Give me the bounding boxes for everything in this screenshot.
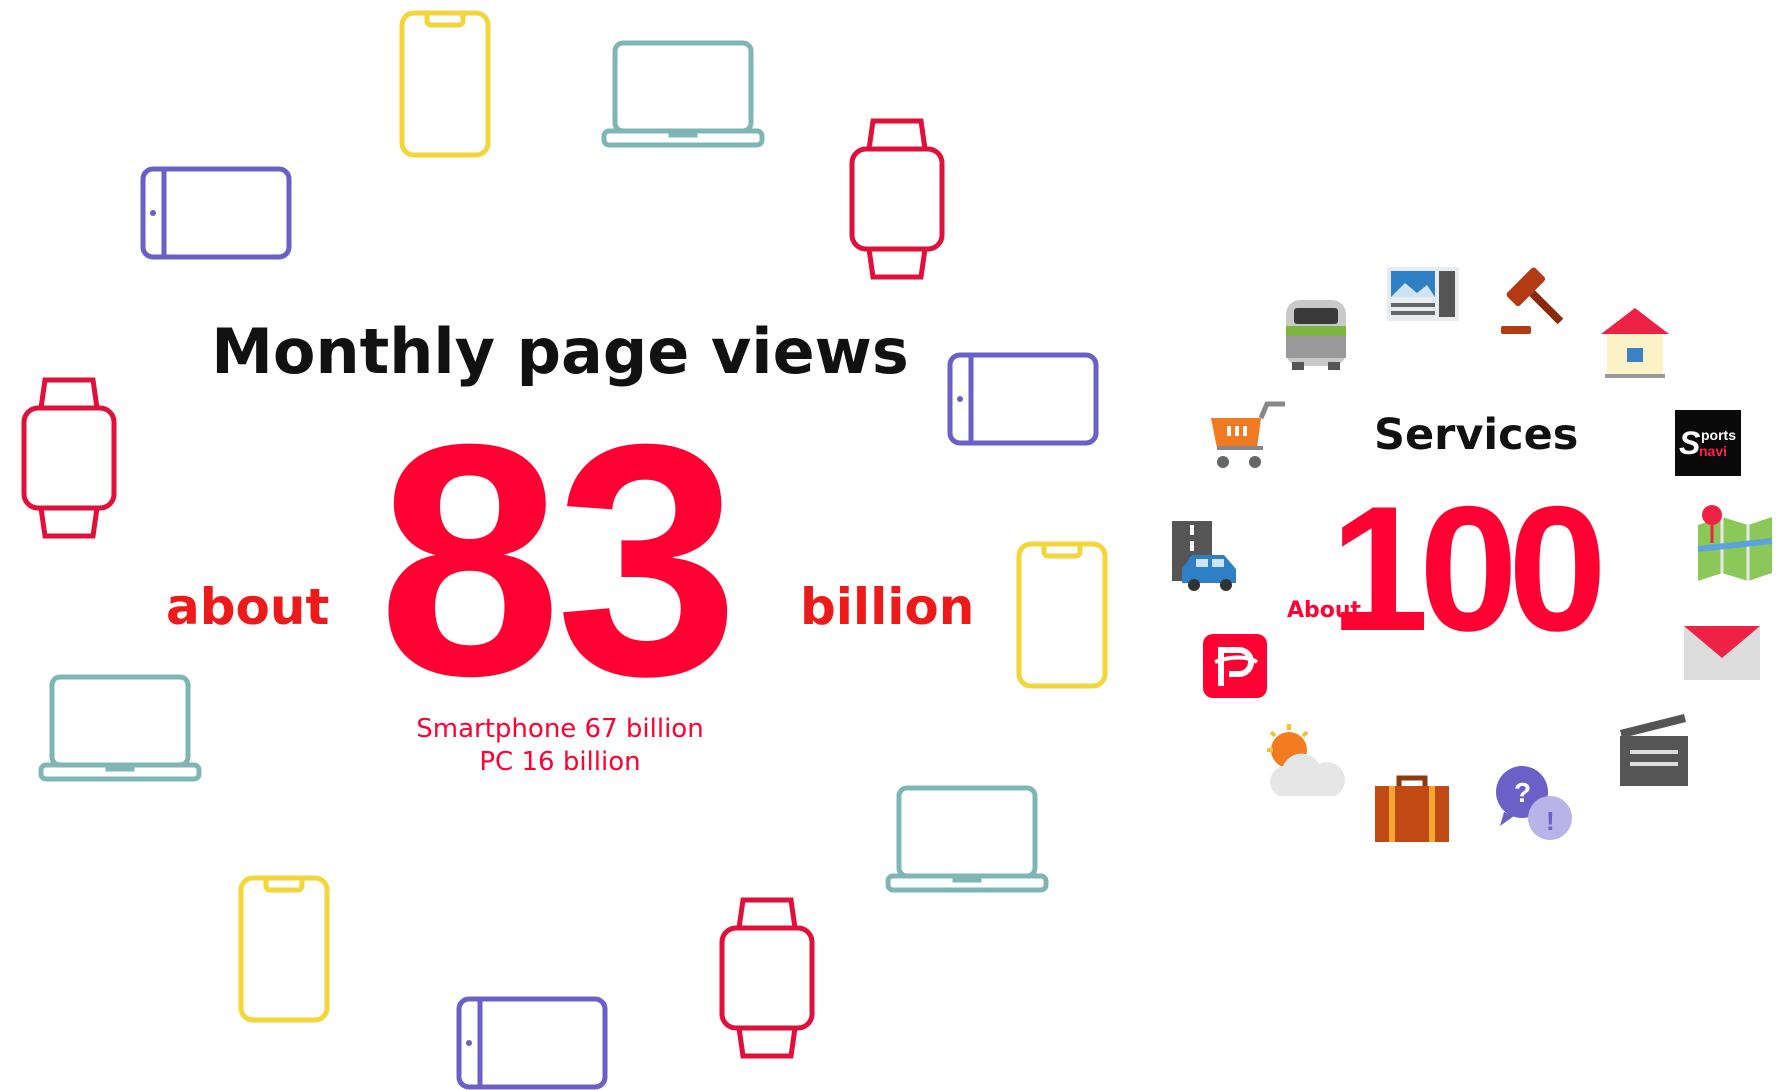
- breakdown-text: Smartphone 67 billion PC 16 billion: [380, 713, 740, 779]
- svg-text:S: S: [1679, 425, 1701, 461]
- map-icon: [1697, 505, 1773, 581]
- tablet-icon: [456, 996, 608, 1090]
- tablet-icon: [140, 166, 292, 260]
- phone-icon: [238, 875, 330, 1023]
- watch-icon: [849, 118, 945, 280]
- movie-clapper-icon: [1620, 714, 1688, 786]
- services-label: Services: [1374, 410, 1579, 460]
- road-car-icon: [1172, 521, 1236, 591]
- watch-icon: [719, 897, 815, 1059]
- news-icon: [1387, 267, 1459, 321]
- tablet-icon: [947, 352, 1099, 446]
- smartphone-breakdown: Smartphone 67 billion: [416, 714, 704, 744]
- watch-icon: [21, 377, 117, 539]
- weather-icon: [1267, 724, 1345, 796]
- briefcase-icon: [1375, 775, 1449, 842]
- pc-breakdown: PC 16 billion: [479, 747, 641, 777]
- laptop-icon: [38, 674, 202, 782]
- qa-icon: ? !: [1496, 766, 1572, 840]
- paypay-icon: [1203, 634, 1267, 698]
- laptop-icon: [601, 40, 765, 148]
- auction-icon: [1501, 267, 1564, 334]
- page-views-value: 83: [378, 375, 739, 744]
- laptop-icon: [885, 785, 1049, 893]
- house-icon: [1601, 308, 1669, 378]
- svg-text:?: ?: [1514, 777, 1531, 808]
- svg-text:navi: navi: [1699, 443, 1727, 459]
- train-icon: [1286, 300, 1346, 370]
- mail-icon: [1684, 626, 1760, 680]
- svg-text:!: !: [1546, 806, 1555, 836]
- sportsnavi-logo: S ports navi: [1675, 410, 1741, 476]
- shopping-cart-icon: [1211, 401, 1285, 468]
- phone-icon: [399, 10, 491, 158]
- svg-text:ports: ports: [1701, 427, 1736, 443]
- about-label: about: [166, 578, 330, 636]
- billion-label: billion: [800, 578, 975, 636]
- services-count: 100: [1330, 469, 1607, 668]
- phone-icon: [1016, 541, 1108, 689]
